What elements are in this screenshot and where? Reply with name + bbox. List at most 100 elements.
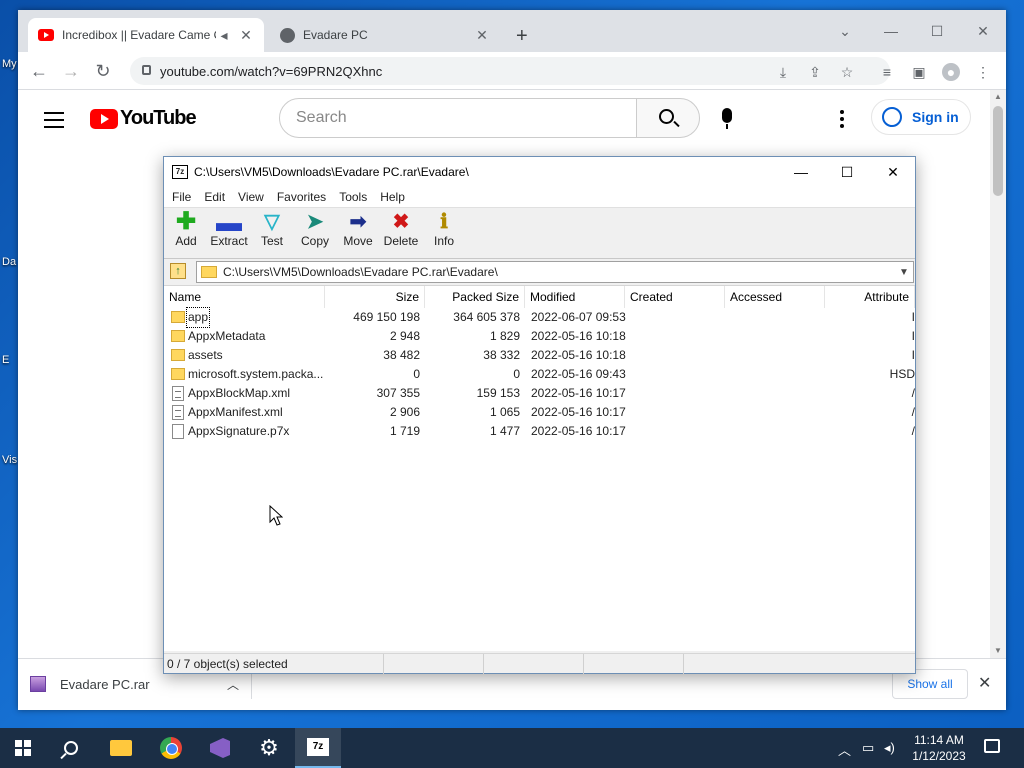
close-download-bar-icon[interactable]: ✕ <box>978 673 991 693</box>
desktop-icon-label[interactable]: Vis <box>2 454 17 466</box>
add-button[interactable]: ✚ Add <box>164 210 208 258</box>
file-list[interactable]: Name Size Packed Size Modified Created A… <box>164 285 915 651</box>
column-size[interactable]: Size <box>325 286 425 308</box>
file-attributes: I <box>911 310 915 324</box>
microphone-icon[interactable] <box>722 108 732 129</box>
file-accessed <box>731 327 831 346</box>
desktop-icon-label[interactable]: E <box>2 354 9 366</box>
new-tab-button[interactable]: + <box>516 25 528 48</box>
share-icon[interactable]: ⇪ <box>806 63 824 81</box>
column-modified[interactable]: Modified <box>525 286 625 308</box>
path-combobox[interactable]: C:\Users\VM5\Downloads\Evadare PC.rar\Ev… <box>196 261 914 283</box>
file-size: 38 482 <box>383 348 420 362</box>
sign-in-button[interactable]: Sign in <box>871 99 971 135</box>
file-accessed <box>731 365 831 384</box>
move-icon: ➡ <box>349 211 367 233</box>
file-row[interactable]: app 469 150 198 364 605 378 2022-06-07 09:5… <box>164 307 915 328</box>
chevron-up-icon[interactable]: ︿ <box>838 740 851 759</box>
file-row[interactable]: AppxSignature.p7x 1 719 1 477 2022-05-16 10… <box>164 422 915 441</box>
chevron-up-icon[interactable]: ︿ <box>227 676 239 693</box>
scroll-down-icon[interactable]: ▼ <box>994 646 1002 655</box>
back-button[interactable]: ← <box>26 58 52 84</box>
copy-button[interactable]: ➤ Copy <box>293 210 337 258</box>
start-button[interactable] <box>0 728 46 768</box>
file-packed-size: 1 065 <box>489 405 520 419</box>
folder-up-icon[interactable]: ↑ <box>170 263 186 279</box>
search-input[interactable]: Search <box>279 98 637 138</box>
chrome-menu-icon[interactable]: ⋮ <box>974 63 992 81</box>
column-packed-size[interactable]: Packed Size <box>425 286 525 308</box>
chrome-taskbar-button[interactable] <box>148 728 194 768</box>
bookmark-star-icon[interactable]: ☆ <box>838 63 856 81</box>
browser-toolbar: ← → ↻ youtube.com/watch?v=69PRN2QXhnc ⤓ … <box>18 52 1006 90</box>
menu-tools[interactable]: Tools <box>339 187 367 207</box>
file-modified: 2022-06-07 09:53 <box>531 310 626 324</box>
notifications-icon[interactable] <box>984 739 1000 753</box>
folder-icon <box>201 266 217 278</box>
windows-logo-icon <box>15 740 31 756</box>
file-row[interactable]: microsoft.system.packa... 0 0 2022-05-16 09… <box>164 365 915 384</box>
delete-button[interactable]: ✖ Delete <box>379 210 423 258</box>
close-window-button[interactable]: ✕ <box>960 16 1006 46</box>
tab-evadare-pc[interactable]: Evadare PC ✕ <box>270 18 500 52</box>
maximize-button[interactable]: ☐ <box>914 16 960 46</box>
test-button[interactable]: ▽ Test <box>250 210 294 258</box>
desktop-icon-label[interactable]: Da <box>2 256 16 268</box>
file-row[interactable]: AppxBlockMap.xml 307 355 159 153 2022-05-16… <box>164 384 915 403</box>
file-row[interactable]: assets 38 482 38 332 2022-05-16 10:18 I <box>164 346 915 365</box>
sevenzip-taskbar-button[interactable]: 7z <box>295 728 341 768</box>
search-button[interactable] <box>48 728 94 768</box>
reload-button[interactable]: ↻ <box>90 58 116 84</box>
file-name: AppxBlockMap.xml <box>188 386 291 400</box>
search-button[interactable] <box>636 98 700 138</box>
hamburger-menu-icon[interactable] <box>44 112 64 133</box>
network-icon[interactable]: ▭ <box>862 740 874 756</box>
tab-search-icon[interactable]: ⌄ <box>822 16 868 46</box>
visual-studio-button[interactable] <box>197 728 243 768</box>
sevenzip-titlebar[interactable]: 7z C:\Users\VM5\Downloads\Evadare PC.rar… <box>164 157 915 187</box>
media-control-icon[interactable]: ≡ <box>878 63 896 81</box>
column-created[interactable]: Created <box>625 286 725 308</box>
file-name: microsoft.system.packa... <box>188 367 324 381</box>
file-created <box>631 308 731 327</box>
menu-file[interactable]: File <box>172 187 191 207</box>
profile-avatar-icon[interactable]: ● <box>942 63 960 81</box>
column-attributes[interactable]: Attribute <box>825 286 915 308</box>
file-size: 1 719 <box>389 424 420 438</box>
clock[interactable]: 11:14 AM 1/12/2023 <box>906 732 972 764</box>
menu-view[interactable]: View <box>238 187 264 207</box>
close-tab-icon[interactable]: ✕ <box>238 27 254 44</box>
settings-button[interactable]: ⚙ <box>246 728 292 768</box>
youtube-icon <box>38 29 54 41</box>
scroll-thumb[interactable] <box>993 106 1003 196</box>
page-scrollbar[interactable]: ▲ ▼ <box>990 90 1006 658</box>
forward-button[interactable]: → <box>58 58 84 84</box>
maximize-button[interactable]: ☐ <box>824 157 870 187</box>
close-button[interactable]: ✕ <box>870 157 916 187</box>
tab-incredibox[interactable]: Incredibox || Evadare Came O ◂ ✕ <box>28 18 264 52</box>
volume-icon[interactable]: ◂) <box>884 740 895 756</box>
menu-help[interactable]: Help <box>380 187 405 207</box>
desktop-icon-label[interactable]: My <box>2 58 17 70</box>
file-row[interactable]: AppxMetadata 2 948 1 829 2022-05-16 10:18 I <box>164 327 915 346</box>
menu-edit[interactable]: Edit <box>204 187 225 207</box>
install-icon[interactable]: ⤓ <box>774 63 792 81</box>
minimize-button[interactable]: — <box>868 16 914 46</box>
file-name: AppxManifest.xml <box>188 405 283 419</box>
chevron-down-icon[interactable]: ▼ <box>895 267 913 278</box>
menu-favorites[interactable]: Favorites <box>277 187 326 207</box>
extract-button[interactable]: ▬ Extract <box>207 209 251 258</box>
column-name[interactable]: Name <box>164 286 325 308</box>
speaker-icon[interactable]: ◂ <box>216 27 232 44</box>
file-explorer-button[interactable] <box>98 728 144 768</box>
minimize-button[interactable]: — <box>778 157 824 187</box>
more-options-icon[interactable] <box>840 110 844 131</box>
youtube-logo[interactable]: YouTube <box>90 107 197 130</box>
info-button[interactable]: ℹ Info <box>422 210 466 258</box>
scroll-up-icon[interactable]: ▲ <box>994 92 1002 101</box>
column-accessed[interactable]: Accessed <box>725 286 825 308</box>
move-button[interactable]: ➡ Move <box>336 210 380 258</box>
file-row[interactable]: AppxManifest.xml 2 906 1 065 2022-05-16 10:… <box>164 403 915 422</box>
close-tab-icon[interactable]: ✕ <box>474 27 490 44</box>
side-panel-icon[interactable]: ▣ <box>910 63 928 81</box>
